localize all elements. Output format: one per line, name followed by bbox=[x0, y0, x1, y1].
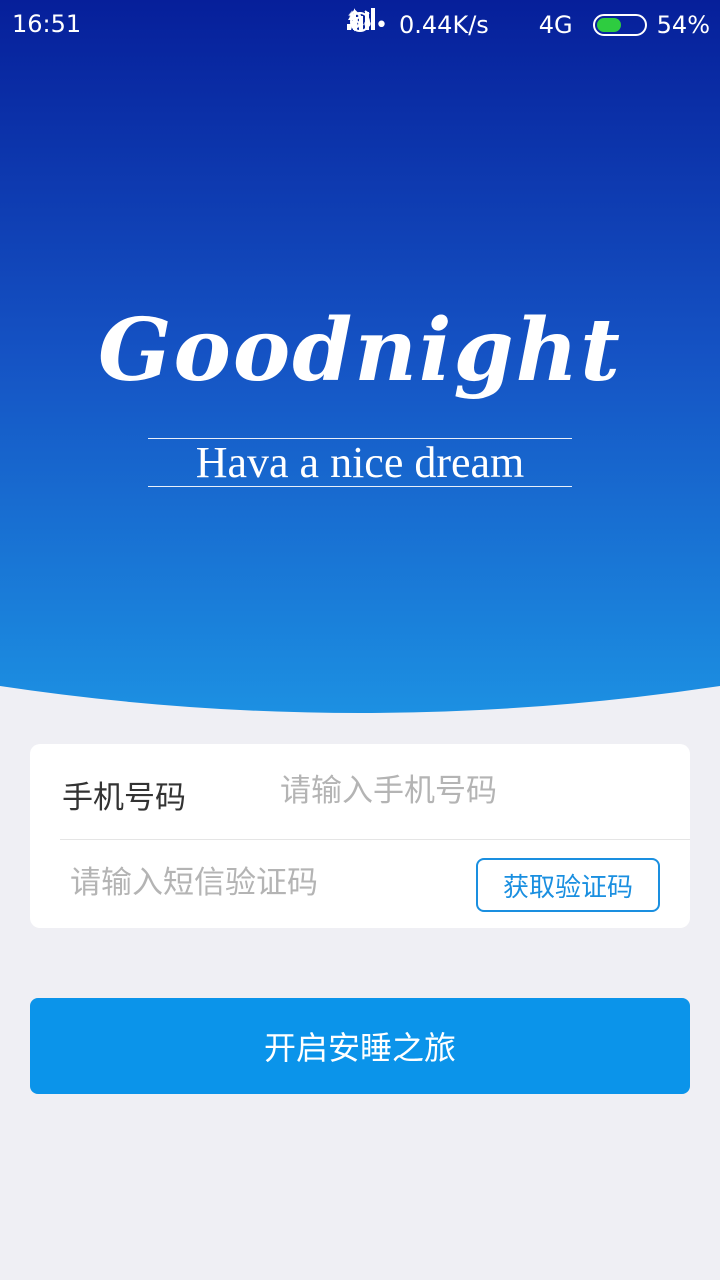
app-logo-title: Goodnight bbox=[98, 300, 622, 401]
phone-label: 手机号码 bbox=[62, 780, 186, 816]
start-button[interactable]: 开启安睡之旅 bbox=[30, 998, 690, 1094]
battery-percent: 54% bbox=[656, 11, 710, 39]
tagline-frame: Hava a nice dream bbox=[148, 438, 572, 487]
phone-row: 手机号码 bbox=[30, 744, 690, 839]
app-tagline: Hava a nice dream bbox=[195, 438, 525, 487]
network-type: 4G bbox=[538, 11, 573, 39]
get-code-button[interactable]: 获取验证码 bbox=[476, 858, 660, 912]
phone-input[interactable] bbox=[280, 764, 660, 818]
sms-code-input[interactable] bbox=[70, 856, 470, 910]
network-speed: 0.44K/s bbox=[399, 11, 489, 39]
battery-icon bbox=[592, 14, 647, 36]
code-row: 获取验证码 bbox=[30, 840, 690, 928]
status-time: 16:51 bbox=[12, 10, 82, 38]
login-form: 手机号码 获取验证码 bbox=[30, 744, 690, 928]
status-bar: 16:51 ••• 0.44K/s 4G 54% bbox=[0, 0, 720, 50]
hero-banner: 16:51 ••• 0.44K/s 4G 54% Goodnight bbox=[0, 0, 720, 720]
